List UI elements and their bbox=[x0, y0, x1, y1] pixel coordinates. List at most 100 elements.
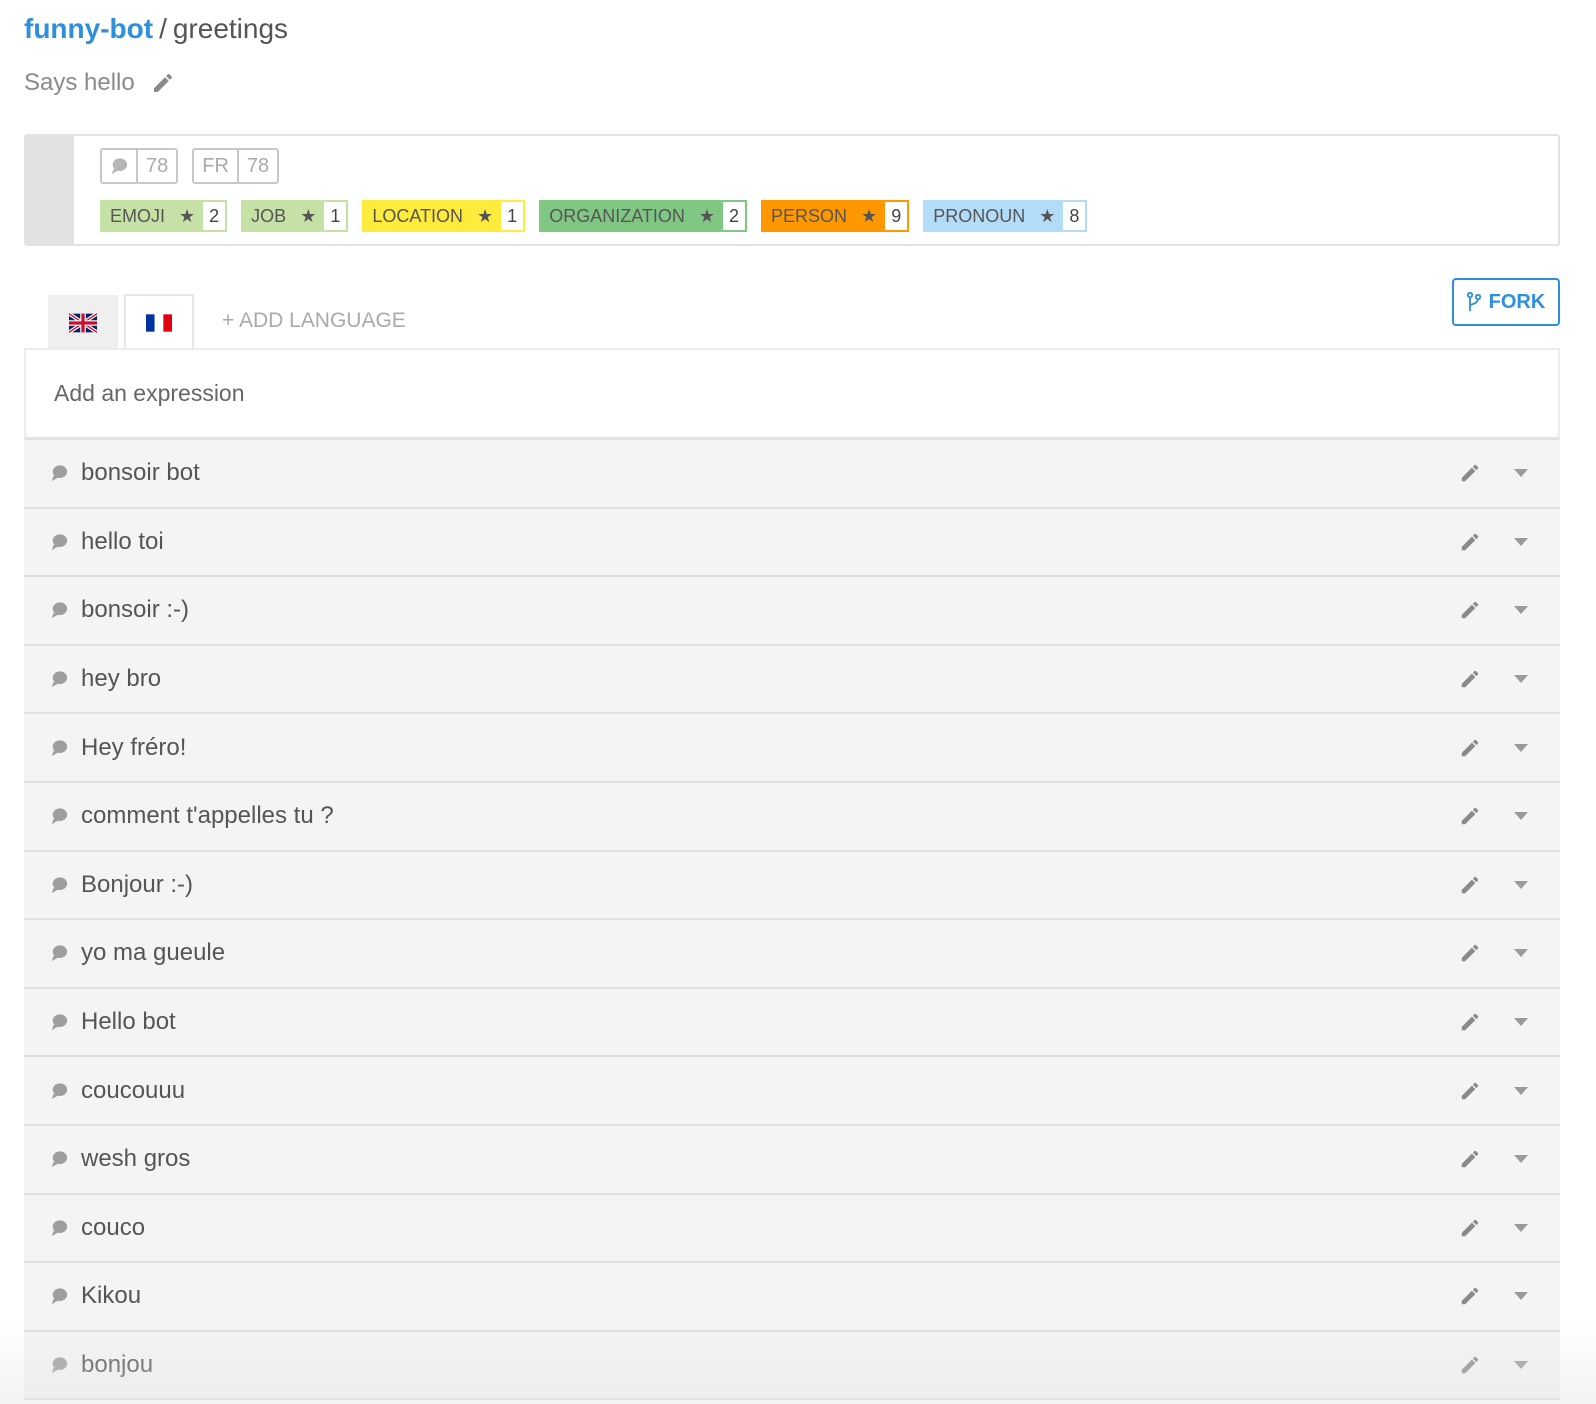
chevron-down-icon[interactable] bbox=[1514, 1223, 1528, 1232]
expression-text: Hey fréro! bbox=[81, 733, 187, 761]
speech-bubble-icon bbox=[51, 1220, 68, 1236]
expression-row[interactable]: wesh gros bbox=[24, 1125, 1560, 1195]
expression-text: yo ma gueule bbox=[81, 939, 226, 967]
pencil-icon[interactable] bbox=[1459, 668, 1481, 690]
expression-row[interactable]: Hello bot bbox=[24, 988, 1560, 1058]
entity-tag[interactable]: JOB ★ 1 bbox=[241, 200, 349, 232]
chevron-down-icon[interactable] bbox=[1514, 1018, 1528, 1027]
entity-tag[interactable]: PERSON ★ 9 bbox=[761, 200, 910, 232]
entity-tag[interactable]: EMOJI ★ 2 bbox=[100, 200, 228, 232]
speech-bubble-icon bbox=[51, 465, 68, 482]
chevron-down-icon[interactable] bbox=[1514, 812, 1528, 821]
star-icon: ★ bbox=[861, 205, 878, 226]
intent-stats-panel: 78 FR 78 EMOJI ★ 2 JOB ★ 1 LOCATION ★ 1 ORGANIZAT… bbox=[24, 134, 1560, 246]
entity-tag[interactable]: LOCATION ★ 1 bbox=[362, 200, 526, 232]
expression-row[interactable]: comment t'appelles tu ? bbox=[24, 782, 1560, 852]
pencil-icon[interactable] bbox=[1459, 1217, 1481, 1239]
expression-row[interactable]: yo ma gueule bbox=[24, 920, 1560, 989]
panel-strip bbox=[26, 136, 74, 244]
expression-row[interactable]: couco bbox=[24, 1194, 1560, 1264]
chevron-down-icon[interactable] bbox=[1514, 1292, 1528, 1301]
entity-name: EMOJI ★ bbox=[102, 202, 204, 230]
expression-row[interactable]: coucouuu bbox=[24, 1057, 1560, 1126]
expression-text: Bonjour :-) bbox=[81, 870, 194, 898]
breadcrumb-separator: / bbox=[159, 13, 167, 44]
pencil-icon[interactable] bbox=[1459, 737, 1481, 759]
speech-bubble-icon bbox=[51, 1288, 68, 1305]
chevron-down-icon[interactable] bbox=[1514, 743, 1528, 752]
chevron-down-icon[interactable] bbox=[1514, 606, 1528, 615]
chevron-down-icon[interactable] bbox=[1514, 949, 1528, 958]
expression-row[interactable]: bonsoir bot bbox=[24, 440, 1560, 509]
chevron-down-icon[interactable] bbox=[1514, 1155, 1528, 1164]
chevron-down-icon[interactable] bbox=[1514, 675, 1528, 684]
pencil-icon[interactable] bbox=[1459, 1148, 1481, 1170]
expression-text: Kikou bbox=[81, 1282, 142, 1310]
expression-counters: 78 FR 78 bbox=[100, 148, 280, 184]
pencil-icon[interactable] bbox=[1459, 942, 1481, 964]
add-expression-box bbox=[24, 348, 1560, 440]
chevron-down-icon[interactable] bbox=[1514, 537, 1528, 546]
chevron-down-icon[interactable] bbox=[1514, 469, 1528, 478]
pencil-icon[interactable] bbox=[1459, 1285, 1481, 1307]
expression-text: bonsoir :-) bbox=[81, 596, 190, 624]
entity-count: 8 bbox=[1063, 202, 1086, 230]
expression-row[interactable]: hey bro bbox=[24, 645, 1560, 715]
total-count: 78 bbox=[136, 150, 176, 182]
expression-row[interactable]: bonjou bbox=[24, 1331, 1560, 1401]
pencil-icon[interactable] bbox=[1459, 874, 1481, 896]
chevron-down-icon[interactable] bbox=[1514, 1086, 1528, 1095]
expression-row[interactable]: hello toi bbox=[24, 508, 1560, 578]
pencil-icon[interactable] bbox=[1459, 1080, 1481, 1102]
speech-bubble-icon bbox=[51, 671, 68, 688]
pencil-icon[interactable] bbox=[1459, 462, 1481, 484]
language-tabs bbox=[48, 294, 194, 350]
fork-icon bbox=[1466, 292, 1481, 311]
entity-tags: EMOJI ★ 2 JOB ★ 1 LOCATION ★ 1 ORGANIZATION ★ 2 PERS… bbox=[100, 200, 1088, 232]
entity-tag[interactable]: PRONOUN ★ 8 bbox=[923, 200, 1088, 232]
total-count-badge: 78 bbox=[100, 148, 179, 184]
tab-en[interactable] bbox=[48, 295, 118, 350]
star-icon: ★ bbox=[477, 205, 494, 226]
en-flag-icon bbox=[69, 312, 97, 333]
intent-description: Says hello bbox=[24, 66, 175, 100]
expression-text: Hello bot bbox=[81, 1008, 176, 1036]
chevron-down-icon[interactable] bbox=[1514, 880, 1528, 889]
expression-row[interactable]: bonsoir :-) bbox=[24, 577, 1560, 646]
pencil-icon[interactable] bbox=[151, 71, 175, 95]
add-language-button[interactable]: + ADD LANGUAGE bbox=[222, 306, 406, 336]
entity-tag[interactable]: ORGANIZATION ★ 2 bbox=[539, 200, 748, 232]
pencil-icon[interactable] bbox=[1459, 1354, 1481, 1376]
tab-fr[interactable] bbox=[124, 294, 194, 350]
speech-bubble-icon bbox=[51, 1014, 68, 1031]
chevron-down-icon[interactable] bbox=[1514, 1361, 1528, 1370]
speech-bubble-icon bbox=[51, 808, 68, 825]
star-icon: ★ bbox=[300, 205, 317, 226]
entity-count: 2 bbox=[203, 202, 226, 230]
pencil-icon[interactable] bbox=[1459, 805, 1481, 827]
expression-text: couco bbox=[81, 1213, 146, 1241]
breadcrumb: funny-bot / greetings bbox=[24, 10, 288, 48]
speech-bubble-icon bbox=[51, 1151, 68, 1168]
star-icon: ★ bbox=[179, 205, 196, 226]
pencil-icon[interactable] bbox=[1459, 1011, 1481, 1033]
entity-name: PRONOUN ★ bbox=[925, 202, 1064, 230]
language-count: 78 bbox=[236, 150, 277, 182]
expression-row[interactable]: Bonjour :-) bbox=[24, 851, 1560, 921]
speech-bubble-icon bbox=[102, 150, 136, 182]
speech-bubble-icon bbox=[51, 740, 68, 756]
fork-button[interactable]: FORK bbox=[1452, 278, 1560, 326]
entity-count: 2 bbox=[723, 202, 746, 230]
speech-bubble-icon bbox=[51, 877, 68, 893]
expression-row[interactable]: Hey fréro! bbox=[24, 714, 1560, 783]
expression-row[interactable]: Kikou bbox=[24, 1263, 1560, 1332]
expression-text: hello toi bbox=[81, 527, 164, 555]
speech-bubble-icon bbox=[51, 1357, 68, 1374]
entity-name: LOCATION ★ bbox=[364, 202, 502, 230]
description-text: Says hello bbox=[24, 69, 135, 96]
pencil-icon[interactable] bbox=[1459, 531, 1481, 553]
intent-name: greetings bbox=[172, 13, 289, 44]
add-expression-input[interactable] bbox=[26, 350, 1558, 437]
pencil-icon[interactable] bbox=[1459, 599, 1481, 621]
bot-link[interactable]: funny-bot bbox=[24, 13, 153, 44]
